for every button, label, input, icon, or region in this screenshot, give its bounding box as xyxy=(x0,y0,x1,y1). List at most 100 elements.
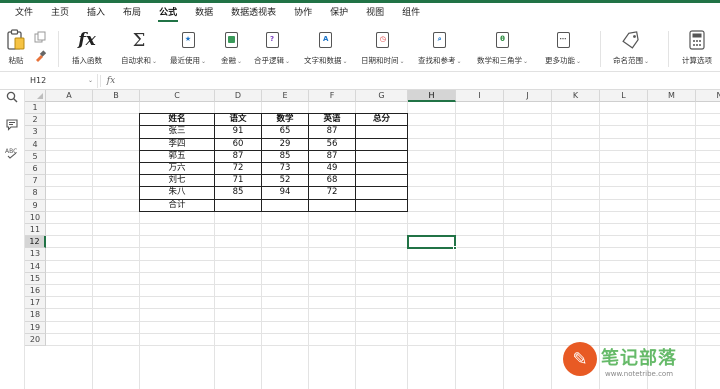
recent-functions-button[interactable]: ★ 最近使用⌄ xyxy=(170,29,206,69)
table-cell[interactable] xyxy=(261,198,309,212)
lookup-functions-button[interactable]: ⌕ 查找和参考⌄ xyxy=(418,29,462,69)
row-header-20[interactable]: 20 xyxy=(25,333,46,346)
table-cell[interactable] xyxy=(214,198,262,212)
table-cell[interactable] xyxy=(308,198,356,212)
select-all-corner[interactable] xyxy=(25,90,46,102)
tab-pivot-table[interactable]: 数据透视表 xyxy=(222,3,285,23)
table-cell[interactable]: 68 xyxy=(308,174,356,188)
column-header-n[interactable]: N xyxy=(696,90,720,102)
column-header-a[interactable]: A xyxy=(46,90,93,102)
table-cell[interactable]: 60 xyxy=(214,137,262,151)
table-cell[interactable]: 94 xyxy=(261,186,309,200)
tab-view[interactable]: 视图 xyxy=(357,3,393,23)
table-header-cell[interactable]: 数学 xyxy=(261,113,309,127)
column-header-h[interactable]: H xyxy=(408,90,456,102)
autosum-button[interactable]: Σ 自动求和⌄ xyxy=(121,29,157,69)
table-header-cell[interactable]: 姓名 xyxy=(139,113,215,127)
fx-button[interactable]: fx xyxy=(104,74,118,88)
table-cell[interactable] xyxy=(355,149,408,163)
row-header-19[interactable]: 19 xyxy=(25,321,46,334)
tab-protect[interactable]: 保护 xyxy=(321,3,357,23)
row-header-14[interactable]: 14 xyxy=(25,260,46,273)
table-cell[interactable]: 52 xyxy=(261,174,309,188)
fill-handle[interactable] xyxy=(453,246,457,251)
tab-data[interactable]: 数据 xyxy=(186,3,222,23)
name-box[interactable]: H12 ⌄ xyxy=(26,74,98,88)
column-header-j[interactable]: J xyxy=(504,90,552,102)
table-cell[interactable] xyxy=(355,137,408,151)
column-header-l[interactable]: L xyxy=(600,90,648,102)
row-header-3[interactable]: 3 xyxy=(25,126,46,139)
copy-button[interactable] xyxy=(34,31,46,43)
table-cell[interactable]: 张三 xyxy=(139,125,215,139)
column-header-b[interactable]: B xyxy=(93,90,140,102)
column-header-c[interactable]: C xyxy=(140,90,215,102)
tab-plugins[interactable]: 组件 xyxy=(393,3,429,23)
row-header-2[interactable]: 2 xyxy=(25,114,46,127)
table-cell[interactable]: 87 xyxy=(214,149,262,163)
table-cell[interactable]: 85 xyxy=(214,186,262,200)
table-cell[interactable]: 56 xyxy=(308,137,356,151)
table-cell[interactable]: 85 xyxy=(261,149,309,163)
logical-functions-button[interactable]: ? 合乎逻辑⌄ xyxy=(254,29,290,69)
tab-insert[interactable]: 插入 xyxy=(78,3,114,23)
row-header-13[interactable]: 13 xyxy=(25,248,46,261)
name-range-button[interactable]: 命名范围⌄ xyxy=(613,29,649,69)
tab-home[interactable]: 主页 xyxy=(42,3,78,23)
formula-input[interactable] xyxy=(122,74,712,88)
column-header-f[interactable]: F xyxy=(309,90,356,102)
table-cell[interactable]: 72 xyxy=(308,186,356,200)
column-header-g[interactable]: G xyxy=(356,90,408,102)
format-painter-button[interactable] xyxy=(34,50,46,62)
row-header-5[interactable]: 5 xyxy=(25,150,46,163)
table-header-cell[interactable]: 语文 xyxy=(214,113,262,127)
row-header-1[interactable]: 1 xyxy=(25,102,46,115)
paste-button[interactable]: 粘贴 xyxy=(6,29,26,69)
table-cell[interactable] xyxy=(355,125,408,139)
table-cell[interactable]: 合计 xyxy=(139,198,215,212)
table-cell[interactable]: 87 xyxy=(308,149,356,163)
table-cell[interactable]: 87 xyxy=(308,125,356,139)
spellcheck-icon[interactable]: ABC xyxy=(5,146,19,160)
table-cell[interactable]: 71 xyxy=(214,174,262,188)
table-cell[interactable]: 郭五 xyxy=(139,149,215,163)
table-cell[interactable]: 刘七 xyxy=(139,174,215,188)
text-functions-button[interactable]: A 文字和数据⌄ xyxy=(304,29,348,69)
row-header-9[interactable]: 9 xyxy=(25,199,46,212)
insert-function-button[interactable]: fx 插入函数 xyxy=(72,29,102,69)
table-cell[interactable] xyxy=(355,186,408,200)
row-header-17[interactable]: 17 xyxy=(25,297,46,310)
search-icon[interactable] xyxy=(5,90,19,104)
column-header-d[interactable]: D xyxy=(215,90,262,102)
row-header-16[interactable]: 16 xyxy=(25,285,46,298)
selected-cell[interactable] xyxy=(407,235,456,250)
row-header-15[interactable]: 15 xyxy=(25,272,46,285)
calc-options-button[interactable]: 计算选项 xyxy=(682,29,712,69)
row-header-12[interactable]: 12 xyxy=(25,236,46,249)
column-header-e[interactable]: E xyxy=(262,90,309,102)
financial-functions-button[interactable]: 金融⌄ xyxy=(221,29,242,69)
table-cell[interactable]: 65 xyxy=(261,125,309,139)
table-cell[interactable]: 29 xyxy=(261,137,309,151)
comment-icon[interactable] xyxy=(5,118,19,132)
row-header-11[interactable]: 11 xyxy=(25,224,46,237)
row-header-6[interactable]: 6 xyxy=(25,163,46,176)
datetime-functions-button[interactable]: ◷ 日期和时间⌄ xyxy=(361,29,405,69)
row-header-7[interactable]: 7 xyxy=(25,175,46,188)
more-functions-button[interactable]: ⋯ 更多功能⌄ xyxy=(545,29,581,69)
table-cell[interactable] xyxy=(355,174,408,188)
tab-layout[interactable]: 布局 xyxy=(114,3,150,23)
math-functions-button[interactable]: θ 数学和三角学⌄ xyxy=(477,29,528,69)
table-cell[interactable] xyxy=(355,198,408,212)
row-header-4[interactable]: 4 xyxy=(25,138,46,151)
tab-file[interactable]: 文件 xyxy=(6,3,42,23)
tab-formulas[interactable]: 公式 xyxy=(150,3,186,23)
table-header-cell[interactable]: 英语 xyxy=(308,113,356,127)
row-header-8[interactable]: 8 xyxy=(25,187,46,200)
column-header-m[interactable]: M xyxy=(648,90,696,102)
row-header-18[interactable]: 18 xyxy=(25,309,46,322)
table-cell[interactable]: 朱八 xyxy=(139,186,215,200)
table-cell[interactable]: 91 xyxy=(214,125,262,139)
table-cell[interactable]: 李四 xyxy=(139,137,215,151)
column-header-k[interactable]: K xyxy=(552,90,600,102)
